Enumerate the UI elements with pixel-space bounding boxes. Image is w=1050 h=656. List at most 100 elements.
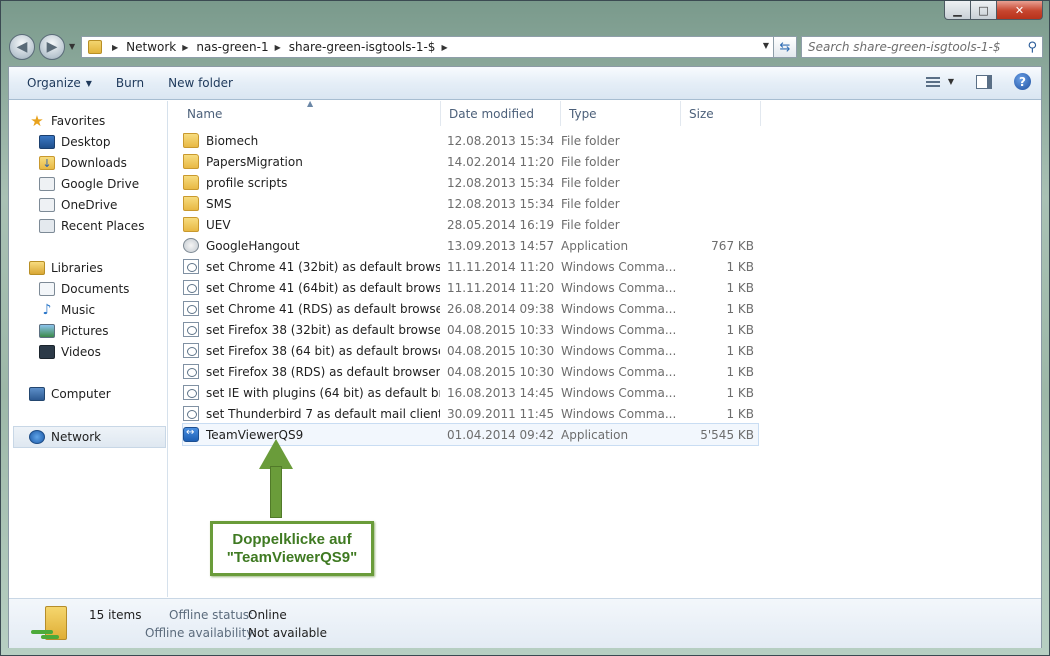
nav-recent-places[interactable]: Recent Places [39,216,144,236]
cmd-icon [183,301,199,316]
column-header-name[interactable]: ▲ Name [179,99,441,126]
file-name[interactable]: set Chrome 41 (64bit) as default browser [183,280,440,295]
nav-documents[interactable]: Documents [39,279,129,299]
refresh-button[interactable]: ⇆ [774,36,797,58]
help-icon[interactable]: ? [1014,73,1031,90]
file-name[interactable]: PapersMigration [183,154,440,169]
nav-desktop[interactable]: Desktop [39,132,111,152]
file-size: 767 KB [711,238,754,253]
file-row[interactable]: GoogleHangout 13.09.2013 14:57 Application… [183,235,758,256]
file-name[interactable]: TeamViewerQS9 [183,427,440,442]
maximize-button[interactable]: □ [971,1,997,20]
file-row[interactable]: set Chrome 41 (32bit) as default browser… [183,256,758,277]
file-type: Windows Comma... [561,343,677,358]
nav-videos[interactable]: Videos [39,342,101,362]
file-name[interactable]: SMS [183,196,440,211]
file-row[interactable]: set Firefox 38 (64 bit) as default brows… [183,340,758,361]
search-box[interactable]: ⚲ [801,36,1043,58]
nav-downloads[interactable]: ↓ Downloads [39,153,127,173]
file-date: 04.08.2015 10:33 [447,322,555,337]
breadcrumb-separator-icon[interactable]: ▶ [275,43,281,52]
organize-button[interactable]: Organize ▼ [9,67,104,99]
change-view-icon[interactable] [925,75,942,89]
file-type: File folder [561,175,620,190]
file-row[interactable]: SMS 12.08.2013 15:34 File folder [183,193,758,214]
chevron-down-icon: ▼ [85,78,92,88]
address-bar[interactable]: ▶ Network ▶ nas-green-1 ▶ share-green-isgt… [81,36,774,58]
nav-pictures[interactable]: Pictures [39,321,109,341]
offline-status-label: Offline status: [169,608,254,622]
refresh-icon: ⇆ [779,39,791,55]
nav-onedrive[interactable]: OneDrive [39,195,117,215]
cmd-icon [183,343,199,358]
column-header-size[interactable]: Size [681,101,761,126]
nav-google-drive[interactable]: Google Drive [39,174,139,194]
file-row[interactable]: set Thunderbird 7 as default mail client… [183,403,758,424]
computer-icon [29,387,45,401]
breadcrumb-share[interactable]: share-green-isgtools-1-$ ▶ [289,40,456,54]
column-header-date-modified[interactable]: Date modified [441,101,561,126]
file-name[interactable]: set Firefox 38 (64 bit) as default brows… [183,343,440,358]
nav-music[interactable]: ♪ Music [39,300,96,320]
file-type: Application [561,238,629,253]
network-folder-icon [88,40,102,54]
breadcrumb-network[interactable]: Network ▶ [126,40,196,54]
nav-computer[interactable]: Computer [29,384,111,404]
file-row[interactable]: set IE with plugins (64 bit) as default … [183,382,758,403]
desktop-icon [39,135,55,149]
close-button[interactable]: ✕ [997,1,1043,20]
file-name[interactable]: GoogleHangout [183,238,440,253]
file-row[interactable]: profile scripts 12.08.2013 15:34 File fold… [183,172,758,193]
file-type: Windows Comma... [561,301,677,316]
address-dropdown-icon[interactable]: ▼ [763,41,769,50]
folder-icon [183,196,199,211]
new-folder-button[interactable]: New folder [156,67,245,99]
file-row[interactable]: set Firefox 38 (RDS) as default browser 0… [183,361,758,382]
breadcrumb-separator-icon[interactable]: ▶ [182,43,188,52]
search-input[interactable] [808,40,1022,54]
preview-pane-icon[interactable] [976,74,992,89]
annotation-callout: Doppelklicke auf "TeamViewerQS9" [210,521,374,576]
breadcrumb-separator-icon[interactable]: ▶ [441,43,447,52]
documents-icon [39,282,55,296]
burn-button[interactable]: Burn [104,67,156,99]
file-row[interactable]: set Firefox 38 (32bit) as default browse… [183,319,758,340]
search-icon[interactable]: ⚲ [1027,40,1037,55]
back-button[interactable]: ◀ [9,34,35,60]
file-name[interactable]: set Chrome 41 (RDS) as default browser [183,301,440,316]
file-row[interactable]: UEV 28.05.2014 16:19 File folder [183,214,758,235]
file-name[interactable]: set Firefox 38 (32bit) as default browse… [183,322,440,337]
nav-libraries[interactable]: Libraries [29,258,103,278]
file-name[interactable]: set Thunderbird 7 as default mail client [183,406,440,421]
explorer-window: ▁ □ ✕ ◀ ▶ ▼ ▶ Network ▶ nas-green-1 ▶ shar… [0,0,1050,656]
file-date: 04.08.2015 10:30 [447,364,555,379]
videos-icon [39,345,55,359]
nav-favorites[interactable]: ★ Favorites [29,111,105,131]
file-row[interactable]: set Chrome 41 (RDS) as default browser 26… [183,298,758,319]
view-options-dropdown-icon[interactable]: ▼ [948,77,954,86]
file-date: 12.08.2013 15:34 [447,175,555,190]
file-name[interactable]: set IE with plugins (64 bit) as default … [183,385,440,400]
breadcrumb-nas-green-1[interactable]: nas-green-1 ▶ [196,40,288,54]
minimize-button[interactable]: ▁ [944,1,971,20]
nav-network[interactable]: Network [29,427,101,447]
google-drive-icon [39,177,55,191]
file-name[interactable]: Biomech [183,133,440,148]
command-bar: Organize ▼ Burn New folder ▼ ? [9,67,1041,100]
file-date: 01.04.2014 09:42 [447,427,555,442]
file-row[interactable]: Biomech 12.08.2013 15:34 File folder [183,130,758,151]
file-name[interactable]: set Chrome 41 (32bit) as default browser [183,259,440,274]
file-name[interactable]: set Firefox 38 (RDS) as default browser [183,364,440,379]
file-row[interactable]: set Chrome 41 (64bit) as default browser… [183,277,758,298]
file-type: File folder [561,196,620,211]
recent-pages-dropdown[interactable]: ▼ [69,42,75,51]
file-row[interactable]: PapersMigration 14.02.2014 11:20 File fold… [183,151,758,172]
column-header-type[interactable]: Type [561,101,681,126]
file-size: 1 KB [726,280,754,295]
file-name[interactable]: UEV [183,217,440,232]
app-icon [183,238,199,253]
file-name[interactable]: profile scripts [183,175,440,190]
forward-button[interactable]: ▶ [39,34,65,60]
network-icon [29,430,45,444]
breadcrumb-separator-icon: ▶ [112,42,119,52]
